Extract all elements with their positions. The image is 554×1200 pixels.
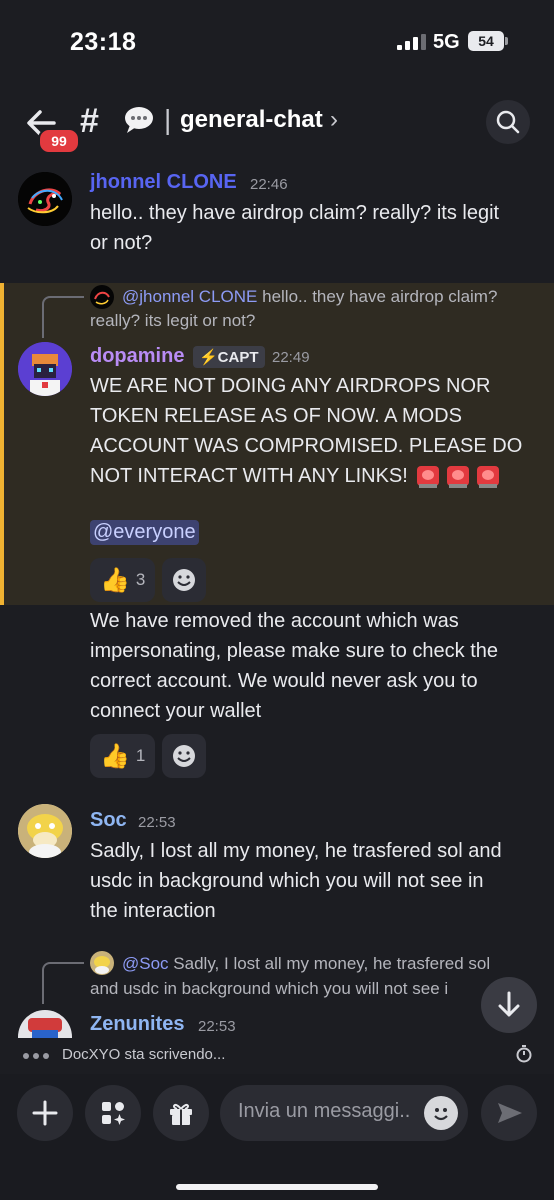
reply-preview[interactable]: @jhonnel CLONE hello.. they have airdrop… (122, 285, 497, 309)
reply-snippet-line: and usdc in background which you will no… (90, 979, 449, 998)
message-line: Sadly, I lost all my money, he trasfered… (90, 840, 502, 862)
message-timestamp: 22:53 (198, 1018, 236, 1035)
message-line: We have removed the account which was (90, 610, 459, 632)
siren-icon (476, 466, 499, 488)
add-reaction-button[interactable] (162, 734, 206, 778)
unread-badge: 99 (38, 128, 80, 154)
reply-avatar-image (94, 291, 110, 305)
network-label: 5G (433, 31, 460, 53)
message-text: We have removed the account which was im… (90, 606, 498, 726)
add-attachment-button[interactable] (17, 1085, 73, 1141)
battery-icon: 54 (468, 31, 504, 51)
scroll-to-bottom-button[interactable] (481, 977, 537, 1033)
message-line: NOT INTERACT WITH ANY LINKS! (90, 461, 522, 491)
reply-snippet: hello.. they have airdrop claim? (262, 287, 498, 306)
gift-button[interactable] (153, 1085, 209, 1141)
message-timestamp: 22:49 (272, 349, 310, 366)
smiley-icon (173, 569, 195, 591)
avatar-image (18, 1010, 72, 1038)
plus-icon (32, 1100, 58, 1126)
message-line: impersonating, please make sure to check… (90, 640, 498, 662)
message-line: the interaction (90, 900, 216, 922)
reply-author: @Soc (122, 954, 169, 973)
message-timestamp: 22:53 (138, 814, 176, 831)
reply-connector (42, 962, 84, 1004)
message-line: WE ARE NOT DOING ANY AIRDROPS NOR (90, 375, 491, 397)
gift-icon (170, 1103, 192, 1125)
smiley-icon (434, 1108, 448, 1121)
smiley-icon (173, 745, 195, 767)
message-text: Sadly, I lost all my money, he trasfered… (90, 836, 502, 926)
reply-avatar-image (94, 956, 110, 974)
reply-avatar (90, 951, 114, 975)
reply-snippet: Sadly, I lost all my money, he trasfered… (173, 954, 491, 973)
home-indicator (176, 1184, 378, 1190)
avatar[interactable] (18, 342, 72, 396)
message-input-placeholder[interactable]: Invia un messaggi.. (238, 1100, 410, 1123)
arrow-down-icon (498, 991, 520, 1017)
message-line: TOKEN RELEASE AS OF NOW. A MODS (90, 405, 462, 427)
send-button[interactable] (481, 1085, 537, 1141)
message-author[interactable]: dopamine (90, 345, 184, 368)
avatar-image (18, 172, 72, 226)
message-text: hello.. they have airdrop claim? really?… (90, 198, 499, 258)
message-line: connect your wallet (90, 700, 262, 722)
status-time: 23:18 (70, 28, 137, 56)
channel-separator: | (164, 104, 172, 135)
message-timestamp: 22:46 (250, 176, 288, 193)
reaction-thumbs-up[interactable]: 👍 3 (90, 558, 156, 602)
message-line: usdc in background which you will not se… (90, 870, 484, 892)
typing-dots-icon (23, 1053, 49, 1059)
search-icon (496, 110, 520, 134)
reply-preview[interactable]: @Soc Sadly, I lost all my money, he tras… (122, 952, 490, 976)
add-reaction-button[interactable] (162, 558, 206, 602)
avatar-image (18, 342, 72, 396)
reply-connector (42, 296, 84, 338)
apps-button[interactable] (85, 1085, 141, 1141)
send-icon (498, 1103, 522, 1123)
message-line: or not? (90, 232, 153, 254)
search-button[interactable] (486, 100, 530, 144)
avatar[interactable] (18, 804, 72, 858)
message-line: ACCOUNT WAS COMPROMISED. PLEASE DO (90, 435, 523, 457)
message-line: correct account. We would never ask you … (90, 670, 478, 692)
typing-indicator: DocXYO sta scrivendo... (62, 1046, 226, 1063)
avatar[interactable] (18, 172, 72, 226)
reply-author: @jhonnel CLONE (122, 287, 258, 306)
speech-bubble-icon (125, 107, 153, 133)
signal-icon (397, 34, 426, 50)
avatar[interactable] (18, 1010, 72, 1038)
message-author[interactable]: Soc (90, 809, 127, 832)
avatar-image (18, 804, 72, 858)
siren-icon (446, 466, 469, 488)
chevron-right-icon[interactable]: › (330, 106, 338, 134)
everyone-mention[interactable]: @everyone (90, 520, 199, 545)
message-line: hello.. they have airdrop claim? really?… (90, 202, 500, 224)
thumbs-up-icon: 👍 (100, 566, 130, 594)
role-tag[interactable]: ⚡CAPT (193, 346, 265, 368)
channel-hash-icon: # (80, 102, 99, 140)
message-author[interactable]: Zenunites (90, 1013, 184, 1036)
slowmode-timer-icon (516, 1045, 532, 1063)
battery-cap (505, 37, 508, 45)
reaction-count: 1 (135, 746, 146, 765)
message-author[interactable]: jhonnel CLONE (90, 171, 237, 194)
reply-avatar (90, 285, 114, 309)
apps-icon (102, 1102, 125, 1125)
reaction-count: 3 (135, 570, 146, 589)
reaction-thumbs-up[interactable]: 👍 1 (90, 734, 156, 778)
message-text: WE ARE NOT DOING ANY AIRDROPS NOR TOKEN … (90, 371, 522, 491)
message-line-text: NOT INTERACT WITH ANY LINKS! (90, 465, 408, 487)
reply-snippet-line: really? its legit or not? (90, 311, 256, 330)
channel-title[interactable]: general-chat (180, 106, 323, 134)
thumbs-up-icon: 👍 (100, 742, 130, 770)
siren-icon (416, 466, 439, 488)
emoji-button[interactable] (424, 1096, 458, 1130)
